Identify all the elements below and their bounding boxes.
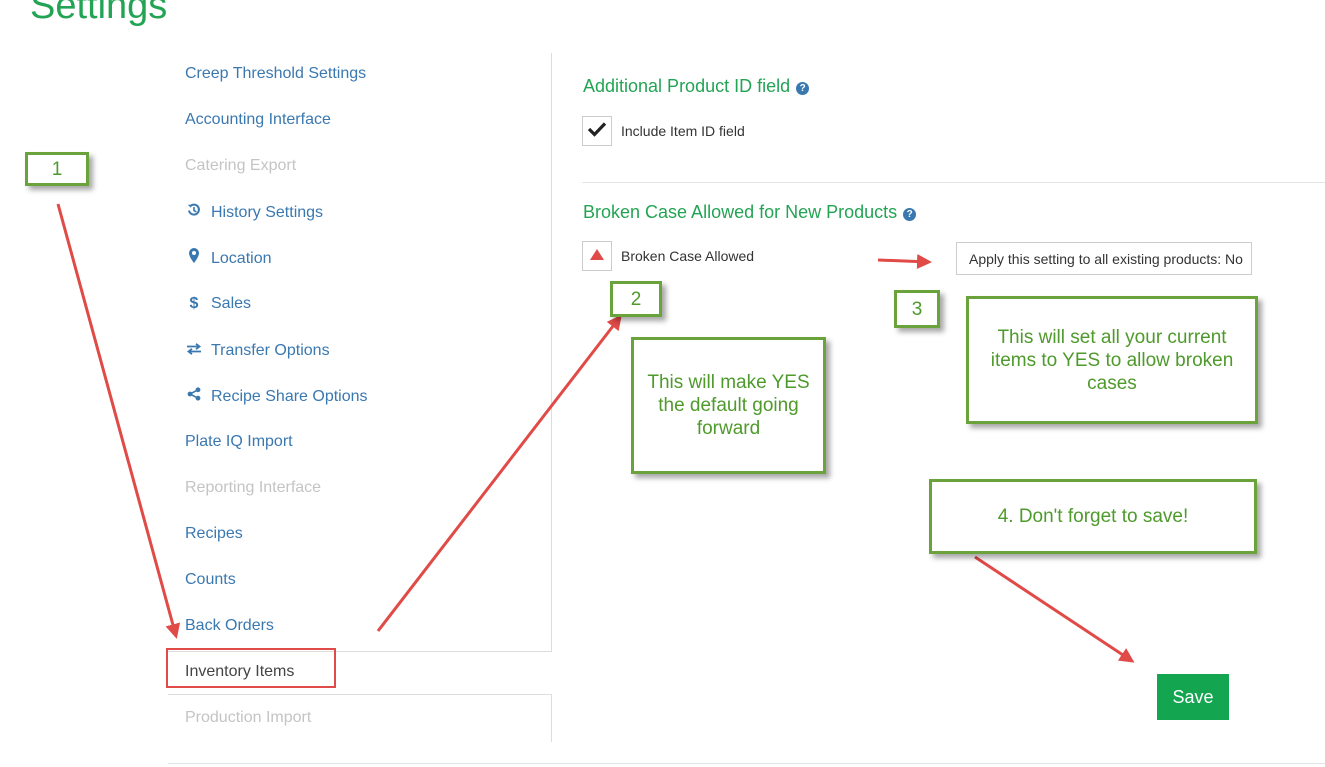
step-2-callout: 2 [610,281,662,317]
arrow-to-broken-case-checkbox [376,314,622,632]
step-1-callout: 1 [25,152,89,186]
arrow-to-apply-button [877,254,932,270]
arrow-to-inventory-items [56,203,181,639]
save-reminder-note: 4. Don't forget to save! [929,479,1257,554]
arrow-to-save-button [974,555,1135,663]
step-3-callout: 3 [894,290,940,328]
set-current-items-note: This will set all your current items to … [966,296,1258,424]
default-going-forward-note: This will make YES the default going for… [631,337,826,474]
